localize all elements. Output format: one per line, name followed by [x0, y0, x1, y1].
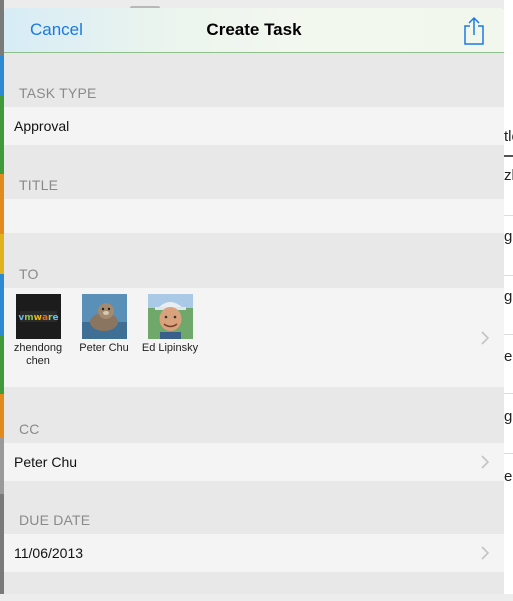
background-list-fragment: e: [504, 348, 513, 365]
task-type-label: TASK TYPE: [19, 85, 97, 101]
background-list-header-line: [504, 155, 513, 157]
background-list-separator: [504, 334, 513, 335]
recipient-name: zhendong chen: [13, 342, 63, 367]
cancel-button[interactable]: Cancel: [30, 20, 83, 40]
background-list-fragment: g: [504, 408, 513, 425]
to-recipients-row[interactable]: vmware zhendong chen Peter Chu Ed Lipins…: [4, 288, 504, 387]
recipient-peter-chu[interactable]: Peter Chu: [72, 294, 136, 368]
recipient-name: Ed Lipinsky: [141, 342, 199, 354]
background-list-separator: [504, 453, 513, 454]
man-in-hat-photo-avatar: [147, 294, 193, 339]
recipient-zhendong-chen[interactable]: vmware zhendong chen: [6, 294, 70, 368]
due-date-row[interactable]: 11/06/2013: [4, 534, 504, 572]
title-input[interactable]: [4, 199, 504, 233]
background-app-bottom: [0, 594, 513, 601]
due-date-value: 11/06/2013: [14, 545, 84, 561]
navigation-bar: Create Task Cancel: [4, 8, 504, 53]
task-type-value: Approval: [14, 118, 70, 134]
background-list-fragment: zh: [504, 167, 513, 184]
background-app-list: tle zh g g e g e: [504, 0, 513, 601]
background-list-separator: [504, 393, 513, 394]
chevron-right-icon: [480, 331, 490, 345]
otter-photo-avatar: [81, 294, 127, 339]
share-icon[interactable]: [462, 16, 486, 46]
svg-text:vmware: vmware: [18, 313, 58, 323]
create-task-sheet: Create Task Cancel TASK TYPE Approval TI…: [4, 8, 504, 594]
to-label: TO: [19, 266, 39, 282]
chevron-right-icon: [480, 455, 490, 469]
background-list-fragment: g: [504, 228, 513, 245]
recipient-name: Peter Chu: [79, 342, 129, 354]
background-list-fragment: e: [504, 468, 513, 485]
due-date-label: DUE DATE: [19, 512, 91, 528]
task-type-row[interactable]: Approval: [4, 107, 504, 145]
background-list-separator: [504, 275, 513, 276]
background-list-fragment: tle: [504, 128, 513, 145]
chevron-right-icon: [480, 546, 490, 560]
background-list-fragment: g: [504, 288, 513, 305]
vmware-logo-avatar: vmware: [15, 294, 61, 339]
title-label: TITLE: [19, 177, 59, 193]
cc-label: CC: [19, 421, 40, 437]
background-list-separator: [504, 215, 513, 216]
cc-row[interactable]: Peter Chu: [4, 443, 504, 481]
cc-value: Peter Chu: [14, 454, 78, 470]
recipient-ed-lipinsky[interactable]: Ed Lipinsky: [138, 294, 202, 368]
